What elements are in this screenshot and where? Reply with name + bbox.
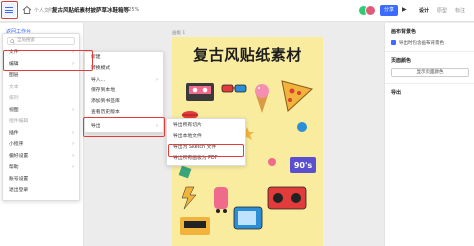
main-menu-item[interactable]: 帮助 ›	[3, 163, 79, 172]
file-menu-item[interactable]: 保存到本地	[85, 86, 163, 95]
main-menu-item[interactable]: 组件编辑	[3, 117, 79, 126]
nineties-badge-sticker: 90's	[290, 157, 316, 173]
properties-panel: 画布背景色 导出时包含画布背景色 页面颜色 显示页面颜色 导出	[384, 23, 474, 246]
tab-annotate[interactable]: 标注	[455, 7, 465, 14]
export-menu-item-label: 导出所有切片	[173, 123, 202, 128]
bottom-cassette-sticker	[180, 217, 210, 235]
highlight-export-item	[83, 117, 165, 137]
main-menu-item[interactable]: 文本	[3, 83, 79, 92]
file-menu-item-label: 查看历史版本	[91, 110, 120, 115]
page-color-section-title: 页面颜色	[391, 58, 412, 64]
chevron-right-icon: ›	[156, 78, 158, 83]
export-submenu: 导出所有切片 导出本地文件 导出为 Sketch 文件 导出所有画板为 PDF	[166, 118, 246, 166]
file-menu-item[interactable]: 转换模式	[85, 64, 163, 73]
main-menu-item-label: 图层	[9, 73, 19, 78]
pizza-sticker	[281, 80, 314, 112]
file-menu-item-label: 保存到本地	[91, 88, 115, 93]
search-icon	[10, 38, 15, 44]
main-menu-item[interactable]: 小程序 ›	[3, 140, 79, 149]
main-menu-item[interactable]: 退出登录	[3, 186, 79, 195]
home-icon[interactable]	[22, 5, 32, 15]
divider	[385, 83, 474, 84]
svg-text:90's: 90's	[294, 161, 313, 170]
file-menu-item[interactable]: 查看历史版本	[85, 108, 163, 117]
include-bg-checkbox[interactable]	[391, 40, 396, 45]
zoom-level[interactable]: 125%	[125, 7, 139, 13]
tab-design[interactable]: 设计	[419, 7, 429, 14]
boombox-sticker	[267, 186, 307, 210]
export-section-title: 导出	[391, 90, 402, 96]
main-menu-item-label: 插件	[9, 130, 19, 136]
file-menu-item[interactable]: 添加到书签库	[85, 97, 163, 106]
highlight-menu-button	[1, 1, 18, 19]
highlight-file-edit	[3, 50, 93, 71]
skate-sticker	[214, 187, 228, 213]
chevron-right-icon: ›	[72, 130, 74, 136]
chevron-right-icon: ›	[72, 165, 74, 170]
cassette-sticker	[186, 83, 214, 101]
main-menu-item-label: 偏好设置	[9, 153, 29, 159]
file-menu-item-label: 转换模式	[91, 66, 111, 71]
canvas-bg-section-title: 画布背景色	[391, 29, 417, 35]
breadcrumb-separator: /	[48, 7, 50, 13]
highlight-export-sketch	[168, 144, 244, 157]
main-menu-item[interactable]: 排列	[3, 94, 79, 103]
main-menu-item-label: 帮助	[9, 165, 19, 170]
top-bar: 个人文件 / 复古风贴纸素材披萨草冰鞋箱等 125% 分享 ▶ 设计 原型 标注	[0, 0, 474, 22]
avatar[interactable]	[365, 5, 376, 16]
breadcrumb-root[interactable]: 个人文件	[34, 7, 54, 14]
main-menu-item[interactable]: 图层	[3, 71, 79, 80]
tv-sticker	[233, 206, 263, 230]
export-menu-item[interactable]: 导出所有切片	[167, 121, 245, 130]
export-menu-item-label: 导出本地文件	[173, 134, 202, 139]
play-icon[interactable]: ▶	[402, 6, 407, 13]
chevron-right-icon: ›	[72, 142, 74, 147]
main-menu-item-label: 小程序	[9, 142, 24, 147]
file-menu-item-label: 导入...	[91, 78, 106, 83]
share-button[interactable]: 分享	[380, 5, 398, 16]
main-menu-item[interactable]: 插件 ›	[3, 129, 79, 138]
chevron-right-icon: ›	[72, 107, 74, 113]
file-menu-item[interactable]: 导入... ›	[85, 76, 163, 85]
menu-search-placeholder: 全局搜索	[17, 38, 35, 43]
include-bg-label: 导出时包含画布背景色	[399, 40, 444, 46]
chevron-right-icon: ›	[72, 153, 74, 159]
main-menu-item[interactable]: 偏好设置 ›	[3, 152, 79, 161]
main-menu-item[interactable]: 账号设置	[3, 175, 79, 184]
tab-prototype[interactable]: 原型	[437, 7, 447, 14]
file-menu-item-label: 添加到书签库	[91, 99, 120, 104]
main-menu-item-label: 视图	[9, 107, 19, 113]
export-menu-item[interactable]: 导出本地文件	[167, 132, 245, 141]
divider	[385, 51, 474, 52]
menu-search-input[interactable]: 全局搜索	[7, 37, 75, 45]
main-menu-item-label: 组件编辑	[9, 119, 29, 124]
ice-cream-sticker	[255, 84, 269, 113]
file-menu-item[interactable]: 新建	[85, 53, 163, 62]
main-menu-item[interactable]: 视图 ›	[3, 106, 79, 115]
main-menu-item-label: 退出登录	[9, 188, 29, 193]
lightning-sticker	[181, 186, 197, 210]
glasses-sticker	[221, 84, 247, 93]
artboard-label[interactable]: 画板 1	[172, 30, 185, 36]
main-menu-item-label: 文本	[9, 84, 19, 90]
main-menu-item-label: 账号设置	[9, 176, 29, 182]
show-page-color-button[interactable]: 显示页面颜色	[391, 68, 469, 77]
main-menu-item-label: 排列	[9, 96, 19, 101]
document-title[interactable]: 复古风贴纸素材披萨草冰鞋箱等	[52, 6, 129, 14]
